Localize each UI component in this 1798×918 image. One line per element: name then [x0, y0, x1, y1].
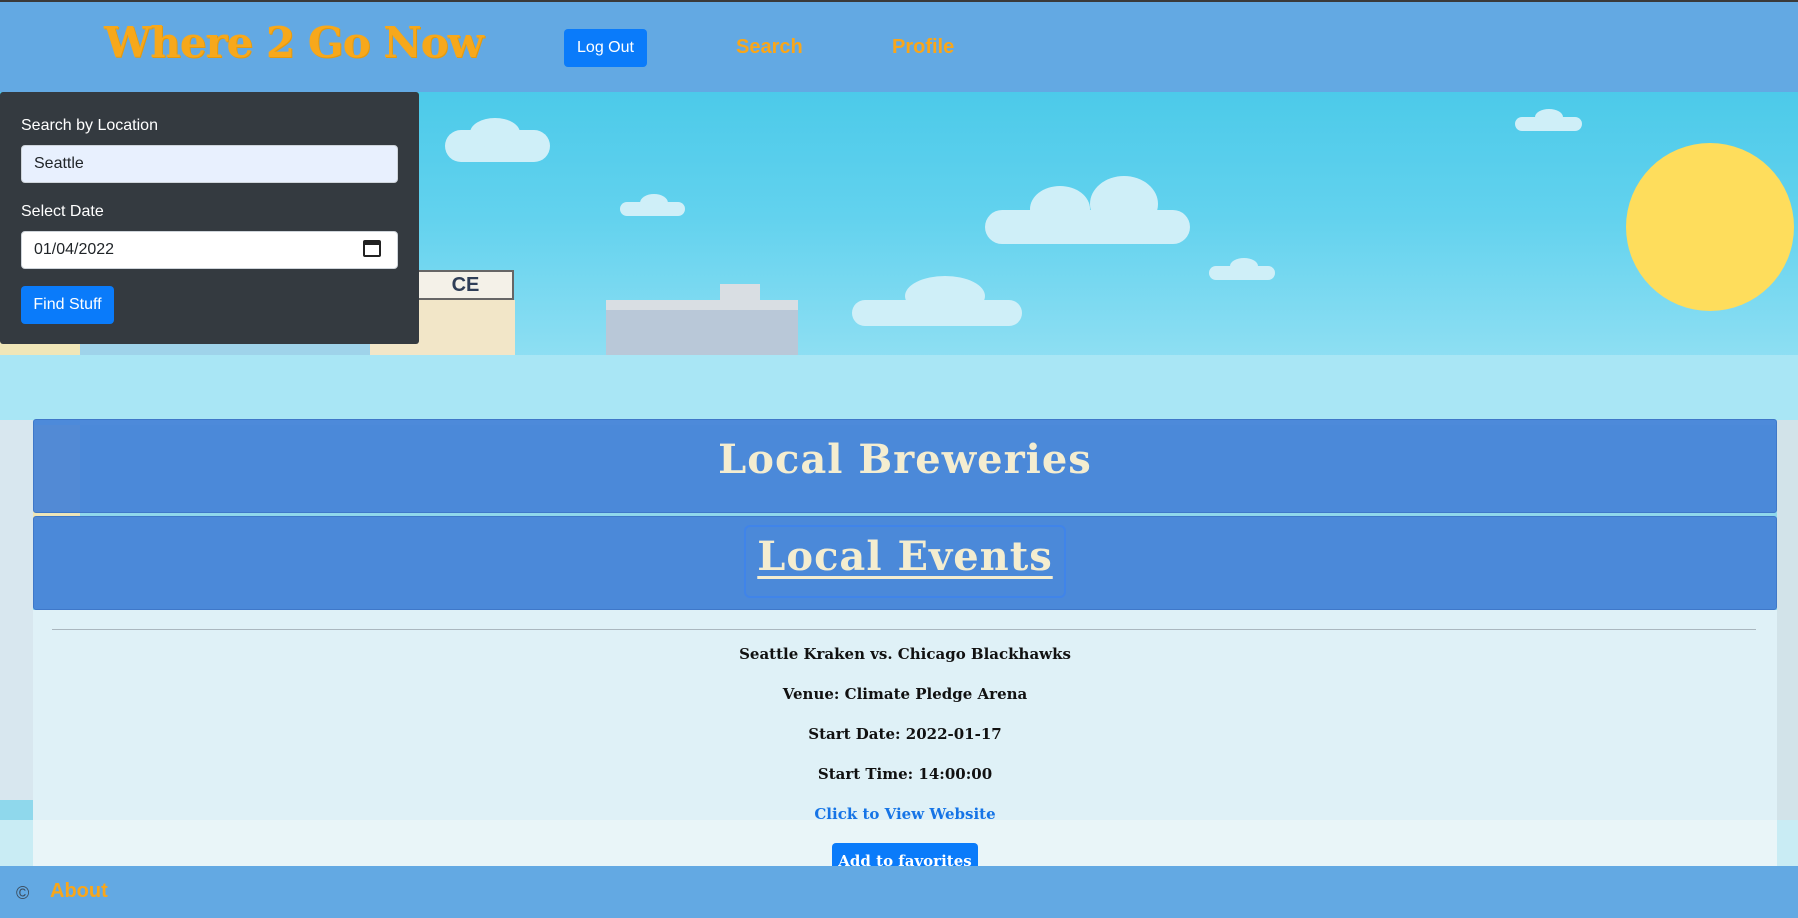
- event-start-date: Start Date: 2022-01-17: [808, 725, 1002, 743]
- about-link[interactable]: About: [50, 880, 108, 903]
- cloud: [1090, 176, 1158, 232]
- cloud: [1535, 109, 1563, 125]
- find-stuff-button[interactable]: Find Stuff: [21, 286, 114, 324]
- building: [720, 284, 760, 306]
- date-label: Select Date: [21, 203, 104, 220]
- copyright-symbol: ©: [16, 883, 30, 903]
- location-input[interactable]: [21, 145, 398, 183]
- event-website-link[interactable]: Click to View Website: [33, 805, 1777, 823]
- events-title-focus-outline: [744, 525, 1066, 598]
- city-haze: [0, 355, 1798, 425]
- site-footer: © About: [0, 866, 1798, 918]
- cloud: [1030, 186, 1090, 232]
- building: [1777, 420, 1798, 820]
- cloud: [640, 194, 668, 212]
- nav-search-link[interactable]: Search: [736, 36, 803, 59]
- divider: [52, 629, 1756, 630]
- calendar-icon[interactable]: [363, 240, 381, 257]
- search-panel: Search by Location Select Date Find Stuf…: [0, 92, 419, 344]
- building-sign: CE CENTER: [417, 270, 514, 322]
- event-name: Seattle Kraken vs. Chicago Blackhawks: [739, 645, 1071, 663]
- logout-button[interactable]: Log Out: [564, 29, 647, 67]
- site-header: Where 2 Go Now Log Out Search Profile: [0, 2, 1798, 92]
- breweries-section[interactable]: Local Breweries: [33, 419, 1777, 513]
- cloud: [470, 118, 520, 148]
- cloud: [905, 276, 985, 316]
- building: [0, 420, 33, 800]
- nav-profile-link[interactable]: Profile: [892, 36, 954, 59]
- site-logo[interactable]: Where 2 Go Now: [104, 18, 484, 67]
- event-start-time: Start Time: 14:00:00: [817, 765, 993, 783]
- event-venue: Venue: Climate Pledge Arena: [782, 685, 1028, 703]
- location-label: Search by Location: [21, 117, 158, 134]
- cloud: [1230, 258, 1258, 274]
- breweries-title[interactable]: Local Breweries: [34, 436, 1776, 483]
- sun-illustration: [1626, 143, 1794, 311]
- date-input[interactable]: [21, 231, 398, 269]
